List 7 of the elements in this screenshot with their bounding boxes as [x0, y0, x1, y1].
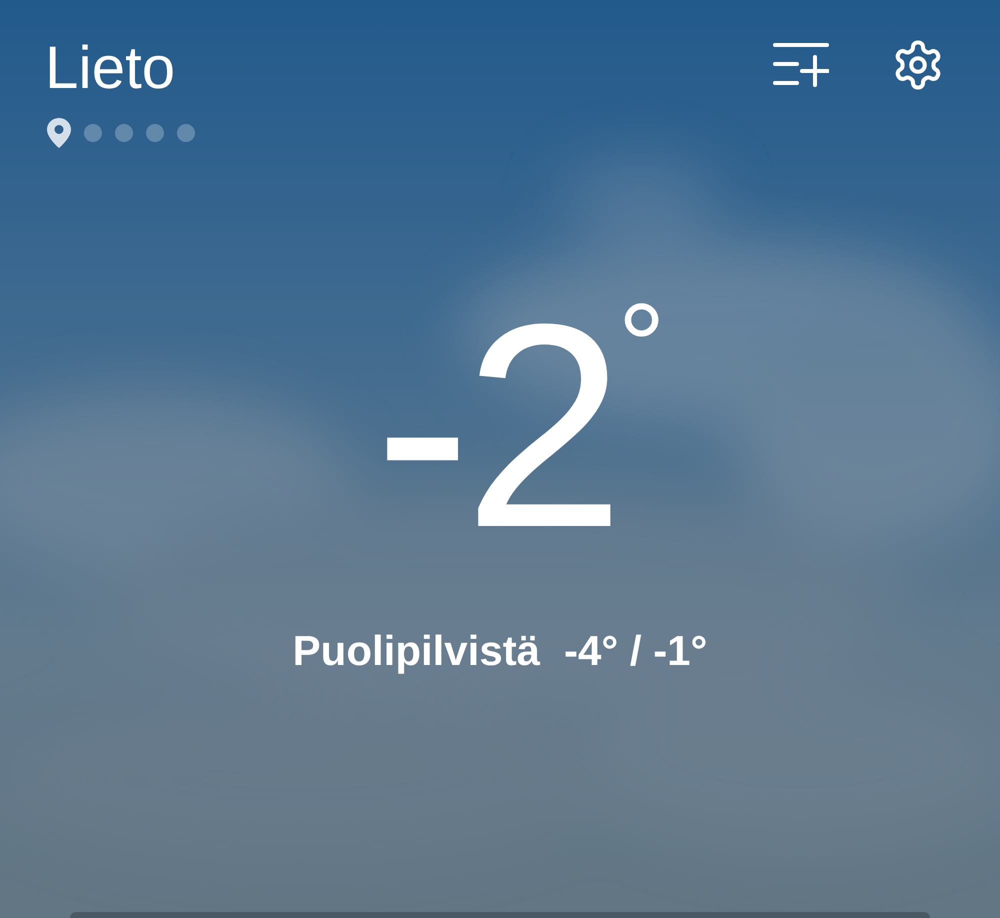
temperature-range: -4° / -1° [564, 626, 708, 676]
degree-symbol: ° [618, 286, 666, 406]
city-name: Lieto [45, 33, 176, 103]
location-pin-icon[interactable] [47, 118, 71, 148]
add-location-list-icon[interactable] [773, 42, 829, 88]
temperature: -2 [374, 276, 618, 576]
weather-condition: Puolipilvistä [292, 626, 540, 676]
